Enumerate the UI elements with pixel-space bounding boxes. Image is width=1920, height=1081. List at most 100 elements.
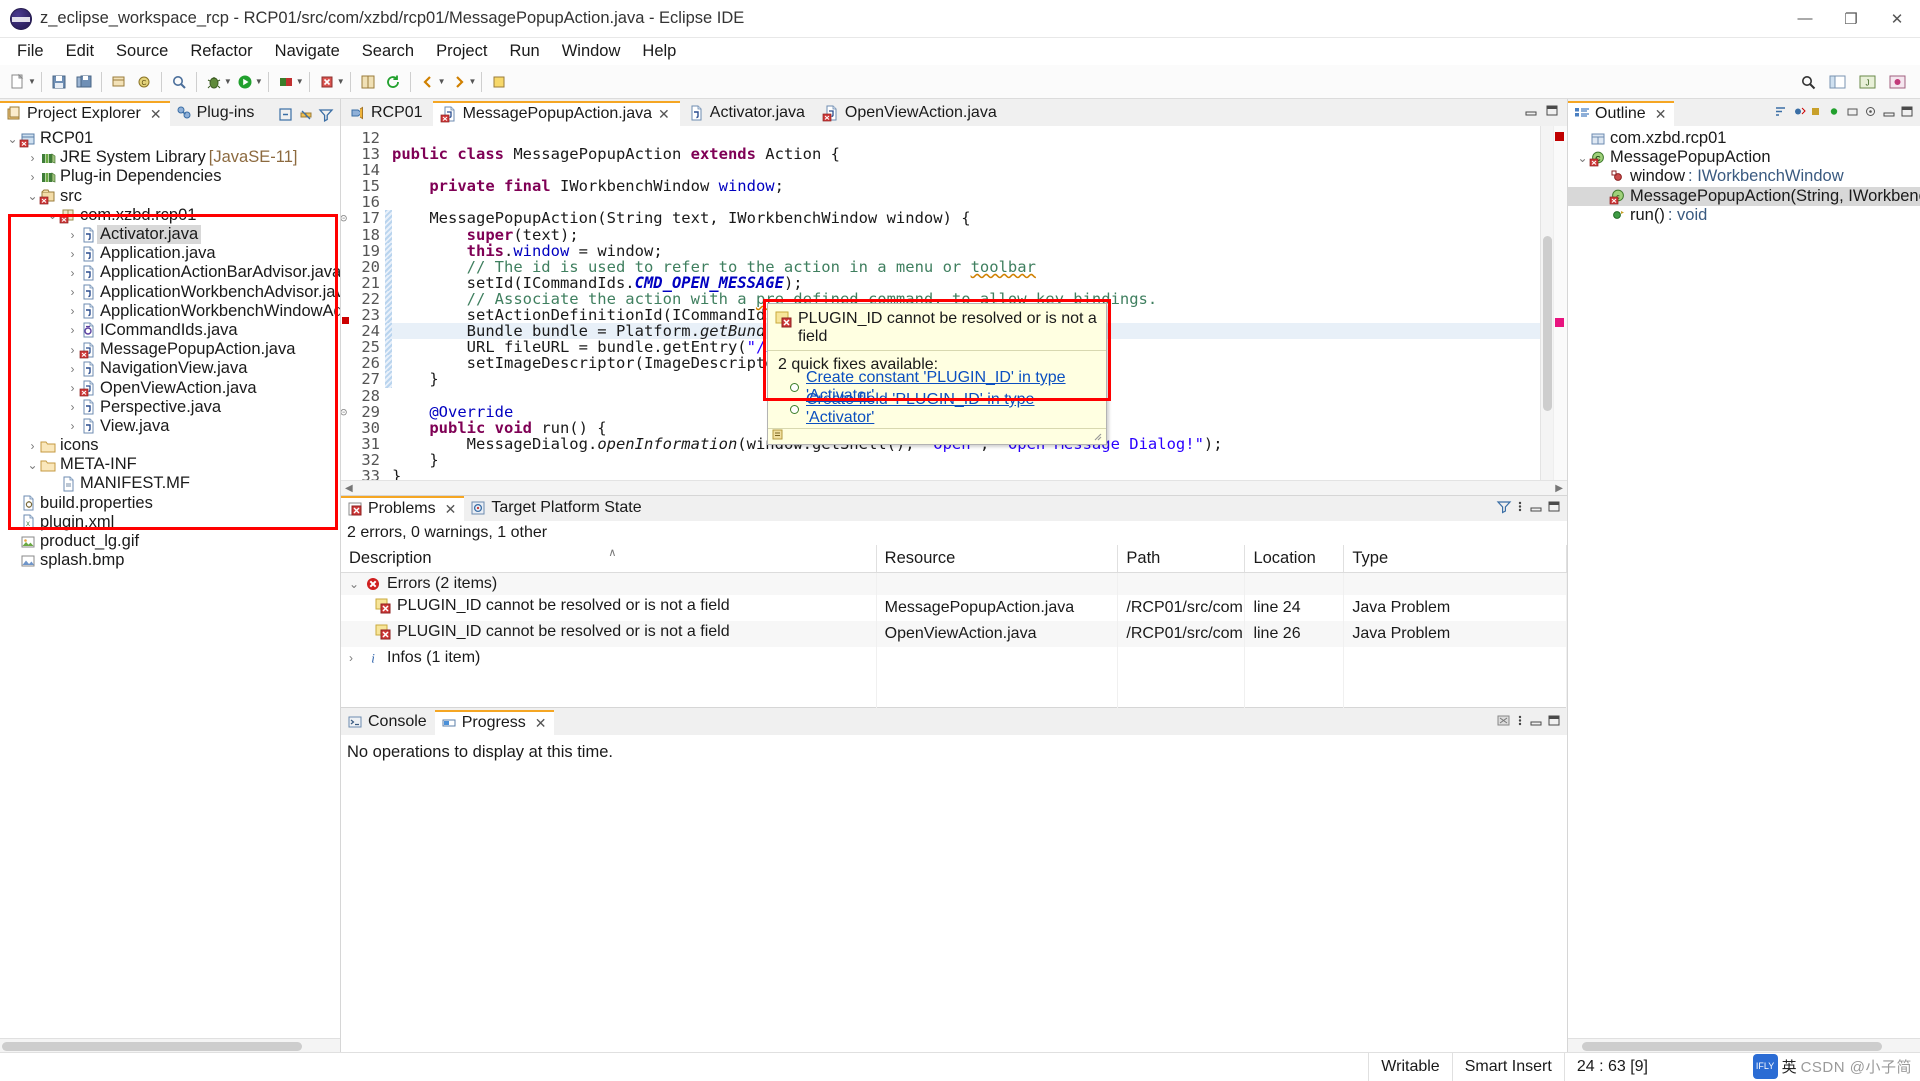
- tree-item-build-properties[interactable]: build.properties: [0, 494, 340, 513]
- run-icon[interactable]: [233, 70, 257, 94]
- problems-table-body[interactable]: ⌄ Errors (2 items) PLUGIN_ID cannot be res…: [341, 572, 1567, 713]
- new-icon[interactable]: [6, 70, 30, 94]
- code-line[interactable]: super(text);: [392, 226, 1540, 242]
- tree-item-openviewaction-java[interactable]: › OpenViewAction.java: [0, 378, 340, 397]
- outline-item-window[interactable]: window: IWorkbenchWindow: [1568, 167, 1920, 186]
- menu-project[interactable]: Project: [425, 39, 498, 64]
- quick-fix-box[interactable]: PLUGIN_ID cannot be resolved or is not a…: [767, 303, 1107, 445]
- menu-navigate[interactable]: Navigate: [264, 39, 351, 64]
- column-header-resource[interactable]: Resource: [876, 545, 1119, 573]
- sort-icon[interactable]: [1774, 103, 1788, 123]
- chevron-right-icon[interactable]: ›: [26, 151, 39, 165]
- table-row[interactable]: ⌄ Errors (2 items): [341, 572, 1567, 595]
- tree-item-manifest-mf[interactable]: MANIFEST.MF: [0, 474, 340, 493]
- debug-icon[interactable]: [202, 70, 226, 94]
- column-header-description[interactable]: Description ∧: [341, 545, 877, 573]
- tab-outline[interactable]: Outline ✕: [1568, 101, 1675, 126]
- tree-item-plugin-xml[interactable]: Xplugin.xml: [0, 513, 340, 532]
- chevron-right-icon[interactable]: ›: [66, 343, 79, 357]
- close-icon[interactable]: ✕: [658, 106, 670, 123]
- maximize-view-icon[interactable]: [1900, 103, 1914, 123]
- tab-progress[interactable]: Progress ✕: [434, 710, 555, 735]
- editor-tab-openviewaction-java[interactable]: OpenViewAction.java: [815, 101, 1007, 126]
- chevron-right-icon[interactable]: ›: [66, 304, 79, 318]
- hide-static-icon[interactable]: [1810, 103, 1824, 123]
- chevron-right-icon[interactable]: ›: [66, 400, 79, 414]
- new-class-icon[interactable]: C: [132, 70, 156, 94]
- chevron-right-icon[interactable]: ›: [349, 651, 359, 665]
- outline-item-messagepopupaction-string-iworkbenchwind[interactable]: cMessagePopupAction(String, IWorkbenchWi…: [1568, 186, 1920, 206]
- minimize-view-icon[interactable]: [1882, 103, 1896, 123]
- minimize-editor-icon[interactable]: [1524, 102, 1538, 122]
- menu-edit[interactable]: Edit: [55, 39, 105, 64]
- editor-tab-activator-java[interactable]: Activator.java: [680, 101, 815, 126]
- editor-tab-messagepopupaction-java[interactable]: MessagePopupAction.java ✕: [432, 101, 680, 126]
- scrollbar-thumb[interactable]: [1582, 1042, 1882, 1051]
- code-line[interactable]: this.window = window;: [392, 243, 1540, 259]
- close-icon[interactable]: ✕: [150, 106, 162, 123]
- chevron-down-icon[interactable]: ⌄: [26, 458, 39, 472]
- table-row[interactable]: PLUGIN_ID cannot be resolved or is not a…: [341, 595, 1567, 621]
- chevron-right-icon[interactable]: ›: [26, 170, 39, 184]
- hide-fields-icon[interactable]: [1792, 103, 1806, 123]
- tab-plug-ins[interactable]: Plug-ins: [169, 101, 263, 126]
- validate-icon[interactable]: [315, 70, 339, 94]
- tree-item-activator-java[interactable]: › Activator.java: [0, 225, 340, 245]
- run-as-icon[interactable]: [274, 70, 298, 94]
- plugin-perspective-icon[interactable]: [1886, 70, 1910, 94]
- minimize-button[interactable]: —: [1782, 0, 1828, 38]
- chevron-down-icon[interactable]: ⌄: [6, 132, 19, 146]
- quick-access-search-icon[interactable]: [1796, 70, 1820, 94]
- column-header-path[interactable]: Path: [1117, 545, 1246, 573]
- forward-icon[interactable]: [447, 70, 471, 94]
- tab-project-explorer[interactable]: Project Explorer ✕: [0, 101, 170, 126]
- clear-icon[interactable]: [1496, 712, 1511, 732]
- tab-problems[interactable]: Problems ✕: [341, 496, 465, 521]
- table-row[interactable]: PLUGIN_ID cannot be resolved or is not a…: [341, 621, 1567, 647]
- tree-item-jre-system-library[interactable]: › JRE System Library [JavaSE-11]: [0, 148, 340, 167]
- editor-tab-rcp01[interactable]: RCP01: [341, 101, 433, 126]
- close-button[interactable]: ✕: [1874, 0, 1920, 38]
- ime-language-indicator[interactable]: 英: [1782, 1056, 1797, 1077]
- tree-item-icons[interactable]: › icons: [0, 436, 340, 455]
- filter-icon[interactable]: [1496, 498, 1512, 518]
- code-line[interactable]: }: [392, 452, 1540, 468]
- project-tree-hscrollbar[interactable]: [0, 1038, 340, 1052]
- column-header-location[interactable]: Location: [1244, 545, 1345, 573]
- tree-item-applicationworkbenchadvisor-java[interactable]: › ApplicationWorkbenchAdvisor.java: [0, 283, 341, 302]
- tab-console[interactable]: Console: [341, 710, 435, 735]
- tree-item-icommandids-java[interactable]: › ICommandIds.java: [0, 321, 340, 340]
- menu-window[interactable]: Window: [551, 39, 632, 64]
- tree-item-applicationactionbaradvisor-java[interactable]: › ApplicationActionBarAdvisor.java: [0, 263, 341, 282]
- outline-hscrollbar[interactable]: [1568, 1038, 1920, 1052]
- code-line[interactable]: public class MessagePopupAction extends …: [392, 146, 1540, 162]
- editor-overview-ruler[interactable]: [1553, 126, 1567, 480]
- close-icon[interactable]: ✕: [535, 715, 547, 732]
- save-all-icon[interactable]: [72, 70, 96, 94]
- refresh-icon[interactable]: [381, 70, 405, 94]
- table-row[interactable]: › i Infos (1 item): [341, 647, 1567, 669]
- chevron-right-icon[interactable]: ›: [26, 439, 39, 453]
- fold-toggle-icon[interactable]: ⊝: [341, 210, 347, 226]
- chevron-right-icon[interactable]: ›: [66, 419, 79, 433]
- code-line[interactable]: MessagePopupAction(String text, IWorkben…: [392, 210, 1540, 226]
- tree-item-com-xzbd-rcp01[interactable]: ⌄ com.xzbd.rcp01: [0, 206, 340, 225]
- chevron-right-icon[interactable]: ›: [66, 362, 79, 376]
- menu-file[interactable]: File: [6, 39, 55, 64]
- tree-item-plug-in-dependencies[interactable]: › Plug-in Dependencies: [0, 167, 340, 186]
- chevron-right-icon[interactable]: ›: [66, 266, 79, 280]
- tree-item-view-java[interactable]: › View.java: [0, 417, 340, 436]
- quick-fix-item-2[interactable]: Create field 'PLUGIN_ID' in type 'Activa…: [790, 391, 1098, 426]
- maximize-view-icon[interactable]: [1547, 712, 1561, 732]
- quick-fix-link[interactable]: Create field 'PLUGIN_ID' in type 'Activa…: [806, 391, 1098, 427]
- code-line[interactable]: private final IWorkbenchWindow window;: [392, 178, 1540, 194]
- menu-refactor[interactable]: Refactor: [179, 39, 263, 64]
- search-toolbar-icon[interactable]: [167, 70, 191, 94]
- hide-local-icon[interactable]: [1846, 103, 1860, 123]
- chevron-right-icon[interactable]: ›: [66, 381, 79, 395]
- maximize-view-icon[interactable]: [1547, 498, 1561, 518]
- open-perspective-icon[interactable]: [1826, 70, 1850, 94]
- quick-fix-popup[interactable]: PLUGIN_ID cannot be resolved or is not a…: [767, 303, 1107, 445]
- tree-item-product-lg-gif[interactable]: product_lg.gif: [0, 532, 340, 551]
- code-line[interactable]: [392, 130, 1540, 146]
